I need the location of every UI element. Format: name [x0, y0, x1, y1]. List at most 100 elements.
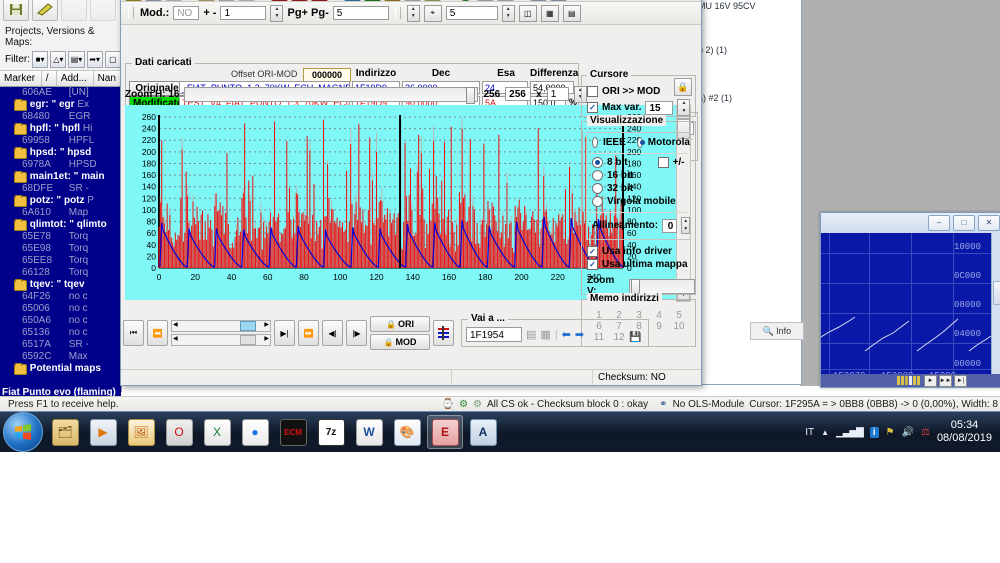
hscroll-bottom[interactable]: ◀ ▶: [171, 334, 271, 346]
usa-info-driver-checkbox[interactable]: [587, 246, 598, 257]
tree-row[interactable]: main1et: " main: [0, 171, 121, 183]
taskbar-item-media-player[interactable]: ▶: [85, 415, 121, 449]
column-address[interactable]: Add...: [57, 71, 94, 86]
script-icon[interactable]: [424, 0, 441, 1]
tree-row[interactable]: 68DFE SR -: [0, 183, 121, 195]
zoom-icon[interactable]: [530, 0, 547, 1]
plusminus-spinner[interactable]: ▲ ▼: [270, 4, 284, 22]
compare-view-icon[interactable]: [433, 320, 454, 346]
volume-icon[interactable]: 🔊: [902, 427, 914, 438]
bg-strip-buttons[interactable]: ► ►► ►|: [924, 374, 967, 387]
window-icon[interactable]: [145, 0, 162, 1]
tree-row[interactable]: 69958 HPFL: [0, 135, 121, 147]
bg-window-titlebar[interactable]: – □ ✕: [821, 213, 1000, 233]
taskbar-item-opera[interactable]: O: [161, 415, 197, 449]
bit16-radio[interactable]: [592, 170, 603, 181]
pg-value[interactable]: 5: [332, 6, 389, 20]
taskbar-items[interactable]: 🗂 ▶ 🖼 O X ● ECM 7z W 🎨 E A: [45, 415, 501, 449]
column-slash[interactable]: /: [42, 71, 57, 86]
project-toolbar[interactable]: [0, 0, 121, 22]
tool2-icon[interactable]: [497, 0, 514, 1]
tree-row[interactable]: hpfl: " hpfl Hi: [0, 123, 121, 135]
bg-hex-graph[interactable]: 10000 0C000 08000 04000 00000 1F2970 1F2…: [821, 233, 1000, 383]
zoom-h-value2[interactable]: 256: [505, 87, 532, 101]
list-icon[interactable]: [218, 0, 235, 1]
max-var-value[interactable]: 15: [645, 100, 674, 115]
offset-value[interactable]: 000000: [303, 68, 351, 82]
taskbar-item-explorer[interactable]: 🗂: [47, 415, 83, 449]
bg-vertical-scrollbar[interactable]: [991, 233, 1000, 383]
step-value[interactable]: 5: [445, 6, 498, 20]
bg-scroll-thumb[interactable]: [993, 281, 1000, 305]
tree-row[interactable]: egr: " egr Ex: [0, 99, 121, 111]
tree-column-headers[interactable]: Marker / Add... Nan: [0, 70, 121, 87]
open-file-icon[interactable]: [125, 0, 142, 1]
taskbar-item-excel[interactable]: X: [199, 415, 235, 449]
properties-icon[interactable]: [404, 0, 421, 1]
prev-diff-button[interactable]: ◀|: [322, 320, 343, 346]
bit8-radio[interactable]: [592, 157, 603, 168]
folder-icon[interactable]: [384, 0, 401, 1]
taskbar-item-ecm-titanium[interactable]: ECM: [275, 415, 311, 449]
taskbar-item-winols[interactable]: E: [427, 415, 463, 449]
antivirus-icon[interactable]: ⚖: [921, 427, 930, 438]
start-button[interactable]: [3, 412, 43, 452]
motorola-radio[interactable]: [636, 137, 645, 148]
step-forward-button[interactable]: ▶|: [274, 320, 295, 346]
save-icon[interactable]: [3, 0, 29, 21]
tree-row[interactable]: [0, 375, 121, 387]
maximize-button[interactable]: □: [953, 215, 975, 231]
tree-row[interactable]: 68480 EGR: [0, 111, 121, 123]
marker-red-icon[interactable]: [271, 0, 288, 1]
max-var-spinner[interactable]: ▲ ▼: [677, 99, 691, 116]
project-tree-panel[interactable]: Projects, Versions & Maps: Filter: ■▾ △▾…: [0, 0, 122, 399]
ieee-radio[interactable]: [592, 137, 598, 148]
map-icon[interactable]: [238, 0, 255, 1]
column-name[interactable]: Nan: [94, 71, 121, 86]
mod-toolbar[interactable]: Mod.: NO + - 1 ▲ ▼ Pg+ Pg- 5 ▲ ▼ ⌖ 5 ▲ ▼ ◫ …: [121, 2, 701, 25]
step-mode-icon[interactable]: ⌖: [423, 4, 442, 22]
taskbar-item-photo-viewer[interactable]: 🖼: [123, 415, 159, 449]
windows-taskbar[interactable]: 🗂 ▶ 🖼 O X ● ECM 7z W 🎨 E A IT ▲ ▁▃▅▇ i ⚑ 🔊 ⚖ 05:34 …: [0, 411, 1000, 452]
prev-page-button[interactable]: ⏪: [147, 320, 168, 346]
hscroll-top[interactable]: ◀ ▶: [171, 320, 271, 332]
goto-grid-icon[interactable]: ▦: [540, 328, 550, 341]
navigation-toolbar[interactable]: ⏮ ⏪ ◀ ▶ ◀ ▶ ▶| ⏩ ◀| |▶ 🔒 ORI 🔒 MOD Vai a…: [123, 313, 699, 350]
step-spinner[interactable]: ▲ ▼: [501, 4, 515, 22]
pg-spinner[interactable]: ▲ ▼: [406, 4, 420, 22]
ori-button[interactable]: 🔒 ORI: [370, 316, 430, 332]
language-indicator[interactable]: IT: [805, 427, 814, 438]
zoom-h-value3[interactable]: 1: [546, 87, 569, 101]
taskbar-clock[interactable]: 05:34 08/08/2019: [937, 419, 996, 445]
first-button[interactable]: ⏮: [123, 320, 144, 346]
taskbar-item-word[interactable]: W: [351, 415, 387, 449]
taskbar-item-7zip[interactable]: 7z: [313, 415, 349, 449]
excel-export-icon[interactable]: [364, 0, 381, 1]
tree-row[interactable]: 64F26 no c: [0, 291, 121, 303]
tree-row[interactable]: 6A610 Map: [0, 207, 121, 219]
taskbar-item-alientech[interactable]: A: [465, 415, 501, 449]
tree-row[interactable]: 65EE8 Torq: [0, 255, 121, 267]
zoom2-icon[interactable]: [550, 0, 567, 1]
tree-row[interactable]: 65006 no c: [0, 303, 121, 315]
column-marker[interactable]: Marker: [0, 71, 42, 86]
tree-body[interactable]: 606AE [UN] egr: " egr Ex 68480 EGR hpfl: …: [0, 87, 121, 399]
grid-icon[interactable]: [165, 0, 182, 1]
bit32-radio[interactable]: [592, 183, 603, 194]
goto-prev-marker-icon[interactable]: ⬅: [562, 328, 571, 341]
tree-row[interactable]: hpsd: " hpsd: [0, 147, 121, 159]
filter-marker-icon[interactable]: △▾: [50, 51, 67, 68]
vai-a-input[interactable]: 1F1954: [466, 327, 522, 342]
tree-row[interactable]: Potential maps: [0, 363, 121, 375]
marker-red2-icon[interactable]: [291, 0, 308, 1]
allineamento-spinner[interactable]: ▲ ▼: [681, 217, 690, 234]
tree-row[interactable]: 6592C Max: [0, 351, 121, 363]
tree-row[interactable]: 66128 Torq: [0, 267, 121, 279]
marker-red3-icon[interactable]: [311, 0, 328, 1]
tree-row[interactable]: potz: " potz P: [0, 195, 121, 207]
info-button[interactable]: 🔍 Info: [750, 322, 804, 340]
goto-next-marker-icon[interactable]: ➡: [575, 328, 584, 341]
mod-value[interactable]: NO: [173, 6, 200, 20]
tree-row[interactable]: tqev: " tqev: [0, 279, 121, 291]
allineamento-value[interactable]: 0: [662, 218, 678, 233]
